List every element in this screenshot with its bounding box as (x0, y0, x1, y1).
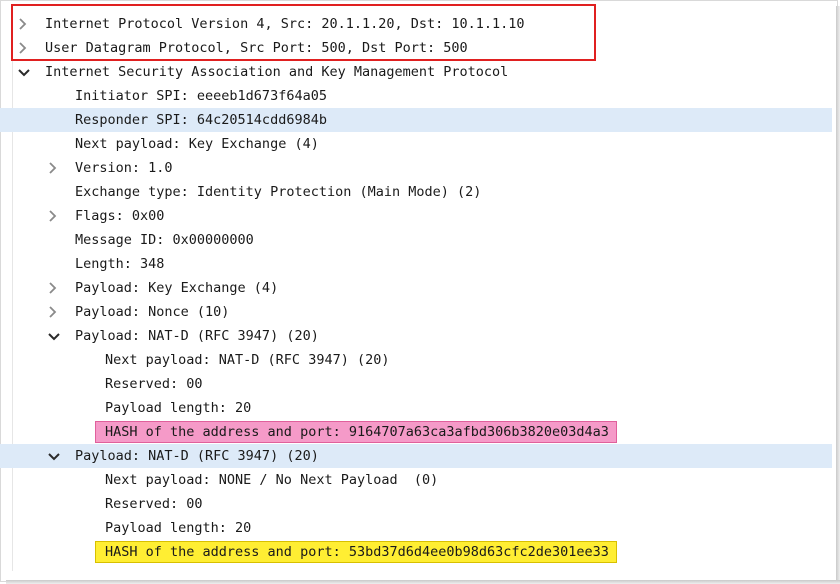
tree-row[interactable]: Payload: NAT-D (RFC 3947) (20) (0, 444, 832, 468)
tree-row-label: HASH of the address and port: 9164707a63… (105, 424, 609, 440)
tree-row-label: Next payload: NAT-D (RFC 3947) (20) (105, 352, 390, 368)
tree-row-label: Payload length: 20 (105, 400, 252, 416)
tree-row[interactable]: Payload: Key Exchange (4) (0, 276, 832, 300)
tree-row[interactable]: Message ID: 0x00000000 (0, 228, 832, 252)
tree-row-label: Responder SPI: 64c20514cdd6984b (75, 112, 327, 128)
red-annotation-box (11, 4, 596, 61)
tree-row[interactable]: Initiator SPI: eeeeb1d673f64a05 (0, 84, 832, 108)
chevron-right-icon[interactable] (46, 204, 60, 228)
chevron-down-icon[interactable] (16, 60, 30, 84)
chevron-right-icon[interactable] (46, 300, 60, 324)
tree-row-label: Initiator SPI: eeeeb1d673f64a05 (75, 88, 327, 104)
chevron-right-icon[interactable] (46, 276, 60, 300)
tree-row[interactable]: Payload length: 20 (0, 516, 832, 540)
tree-row[interactable]: Payload: Nonce (10) (0, 300, 832, 324)
window-shadow-right (836, 6, 840, 584)
tree-row-label: Length: 348 (75, 256, 165, 272)
tree-row[interactable]: HASH of the address and port: 53bd37d6d4… (0, 540, 832, 564)
tree-row[interactable]: Responder SPI: 64c20514cdd6984b (0, 108, 832, 132)
tree-row-label: Payload length: 20 (105, 520, 252, 536)
chevron-down-icon[interactable] (46, 324, 60, 348)
tree-row-label: Internet Security Association and Key Ma… (45, 64, 509, 80)
tree-row-label: Payload: Nonce (10) (75, 304, 230, 320)
tree-row-label: Flags: 0x00 (75, 208, 165, 224)
tree-row[interactable]: Next payload: NONE / No Next Payload (0) (0, 468, 832, 492)
tree-row-label: Payload: Key Exchange (4) (75, 280, 279, 296)
tree-row-label: Message ID: 0x00000000 (75, 232, 254, 248)
tree-row-label: Exchange type: Identity Protection (Main… (75, 184, 482, 200)
tree-row[interactable]: HASH of the address and port: 9164707a63… (0, 420, 832, 444)
tree-row-label: Reserved: 00 (105, 376, 203, 392)
packet-detail-tree: Internet Protocol Version 4, Src: 20.1.1… (0, 12, 832, 564)
tree-row[interactable]: Exchange type: Identity Protection (Main… (0, 180, 832, 204)
chevron-down-icon[interactable] (46, 444, 60, 468)
tree-row[interactable]: Internet Security Association and Key Ma… (0, 60, 832, 84)
tree-row-label: Reserved: 00 (105, 496, 203, 512)
chevron-right-icon[interactable] (46, 156, 60, 180)
tree-row[interactable]: Payload: NAT-D (RFC 3947) (20) (0, 324, 832, 348)
tree-row[interactable]: Reserved: 00 (0, 492, 832, 516)
tree-row[interactable]: Next payload: Key Exchange (4) (0, 132, 832, 156)
tree-row-label: HASH of the address and port: 53bd37d6d4… (105, 544, 609, 560)
window-shadow-bottom (6, 580, 840, 584)
tree-row-label: Payload: NAT-D (RFC 3947) (20) (75, 448, 319, 464)
tree-row[interactable]: Payload length: 20 (0, 396, 832, 420)
tree-row-label: Next payload: Key Exchange (4) (75, 136, 319, 152)
tree-row-label: Next payload: NONE / No Next Payload (0) (105, 472, 439, 488)
tree-row[interactable]: Length: 348 (0, 252, 832, 276)
tree-row[interactable]: Flags: 0x00 (0, 204, 832, 228)
tree-row-label: Payload: NAT-D (RFC 3947) (20) (75, 328, 319, 344)
tree-row[interactable]: Version: 1.0 (0, 156, 832, 180)
tree-row-label: Version: 1.0 (75, 160, 173, 176)
tree-row[interactable]: Next payload: NAT-D (RFC 3947) (20) (0, 348, 832, 372)
tree-row[interactable]: Reserved: 00 (0, 372, 832, 396)
